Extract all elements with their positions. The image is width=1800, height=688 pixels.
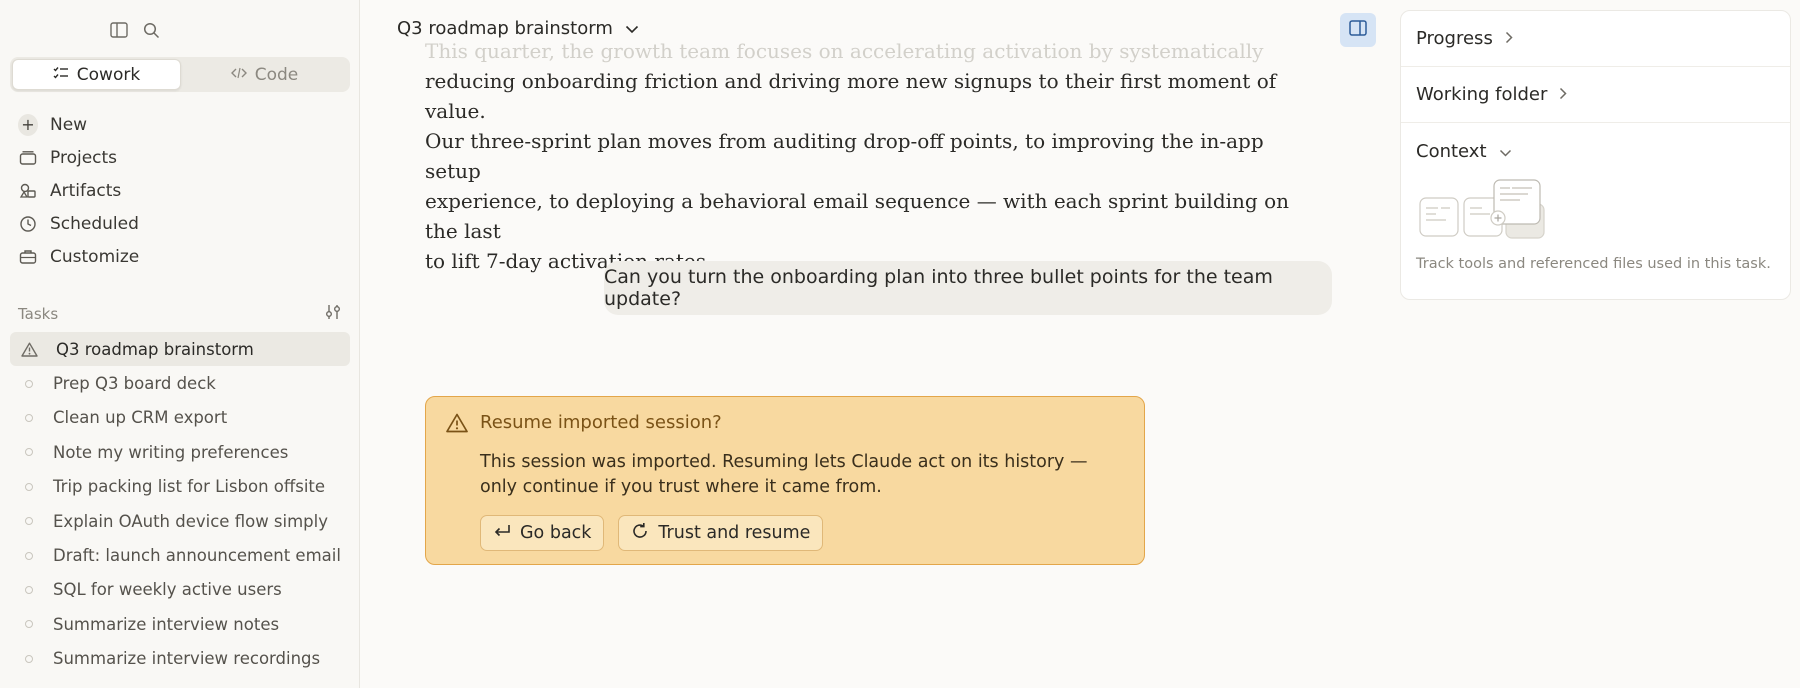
working-folder-label: Working folder xyxy=(1416,84,1548,105)
task-item[interactable]: Summarize interview notes xyxy=(10,607,350,641)
clock-icon xyxy=(18,215,38,233)
progress-label: Progress xyxy=(1416,28,1493,49)
nav-artifacts-label: Artifacts xyxy=(50,180,122,201)
task-list: Q3 roadmap brainstorm Prep Q3 board deck… xyxy=(10,332,350,676)
assistant-message: This quarter, the growth team focuses on… xyxy=(425,36,1295,276)
nav-new-label: New xyxy=(50,114,88,135)
task-item[interactable]: Note my writing preferences xyxy=(10,435,350,469)
status-dot-icon xyxy=(25,517,33,526)
task-label: Summarize interview notes xyxy=(53,614,280,634)
shapes-icon xyxy=(18,183,38,199)
chevron-right-icon xyxy=(1559,84,1567,105)
tab-cowork[interactable]: Cowork xyxy=(12,59,181,90)
filter-icon[interactable] xyxy=(324,304,342,324)
nav-artifacts[interactable]: Artifacts xyxy=(10,174,350,207)
sidebar: Cowork Code + New Projects Artifacts Sch… xyxy=(0,0,360,688)
resume-session-alert: Resume imported session? This session wa… xyxy=(425,396,1145,565)
status-dot-icon xyxy=(25,620,33,629)
task-label: SQL for weekly active users xyxy=(53,580,282,600)
context-header[interactable]: Context xyxy=(1416,141,1790,162)
go-back-label: Go back xyxy=(520,523,592,543)
task-label: Draft: launch announcement email xyxy=(53,546,341,566)
sidebar-toggle-icon[interactable] xyxy=(108,19,130,41)
assistant-line: Our three-sprint plan moves from auditin… xyxy=(425,129,1264,183)
status-dot-icon xyxy=(25,379,33,388)
alert-title: Resume imported session? xyxy=(480,412,722,433)
status-dot-icon xyxy=(25,482,33,491)
status-dot-icon xyxy=(25,654,33,663)
progress-section[interactable]: Progress xyxy=(1401,11,1790,67)
task-item-active[interactable]: Q3 roadmap brainstorm xyxy=(10,332,350,367)
working-folder-section[interactable]: Working folder xyxy=(1401,67,1790,123)
task-item[interactable]: Clean up CRM export xyxy=(10,401,350,435)
status-dot-icon xyxy=(25,413,33,422)
status-dot-icon xyxy=(25,551,33,560)
status-dot-icon xyxy=(25,448,33,457)
nav-new[interactable]: + New xyxy=(10,108,350,141)
trust-and-resume-label: Trust and resume xyxy=(658,523,811,543)
chevron-down-icon xyxy=(1499,141,1512,162)
alert-actions: Go back Trust and resume xyxy=(480,515,824,551)
task-label: Clean up CRM export xyxy=(53,408,228,428)
nav-projects-label: Projects xyxy=(50,147,118,168)
task-label: Prep Q3 board deck xyxy=(53,374,216,394)
checklist-icon xyxy=(53,65,69,85)
task-label: Note my writing preferences xyxy=(53,442,289,462)
chevron-right-icon xyxy=(1505,28,1513,49)
alert-body: This session was imported. Resuming lets… xyxy=(480,452,1088,497)
mode-switch: Cowork Code xyxy=(10,57,350,92)
context-panel: Progress Working folder Context Track to… xyxy=(1400,10,1791,300)
assistant-line: reducing onboarding friction and driving… xyxy=(425,69,1277,123)
task-item[interactable]: Explain OAuth device flow simply xyxy=(10,504,350,538)
task-item[interactable]: SQL for weekly active users xyxy=(10,573,350,607)
task-item[interactable]: Prep Q3 board deck xyxy=(10,366,350,400)
nav-projects[interactable]: Projects xyxy=(10,141,350,174)
warning-icon xyxy=(446,413,468,437)
user-message: Can you turn the onboarding plan into th… xyxy=(604,261,1332,315)
nav-scheduled[interactable]: Scheduled xyxy=(10,207,350,240)
context-hint: Track tools and referenced files used in… xyxy=(1416,256,1771,272)
search-icon[interactable] xyxy=(140,19,162,41)
tab-code[interactable]: Code xyxy=(181,59,348,90)
tasks-label: Tasks xyxy=(18,305,59,323)
context-illustration-icon xyxy=(1416,176,1790,242)
assistant-line-faded: This quarter, the growth team focuses on… xyxy=(425,39,1264,63)
return-arrow-icon xyxy=(493,523,511,544)
refresh-icon xyxy=(631,522,649,545)
task-label: Q3 roadmap brainstorm xyxy=(56,339,254,359)
briefcase-icon xyxy=(18,249,38,265)
panel-toggle-button[interactable] xyxy=(1340,13,1376,47)
folder-icon xyxy=(18,150,38,166)
plus-icon: + xyxy=(18,113,38,136)
tab-cowork-label: Cowork xyxy=(76,64,141,85)
task-item[interactable]: Summarize interview recordings xyxy=(10,642,350,676)
task-label: Summarize interview recordings xyxy=(53,649,321,669)
nav-customize[interactable]: Customize xyxy=(10,240,350,273)
task-label: Trip packing list for Lisbon offsite xyxy=(53,477,326,497)
task-label: Explain OAuth device flow simply xyxy=(53,511,329,531)
tasks-header: Tasks xyxy=(18,304,342,324)
go-back-button[interactable]: Go back xyxy=(480,515,605,551)
sidebar-top-icons xyxy=(108,19,162,41)
tab-code-label: Code xyxy=(254,64,299,85)
right-panel-icon xyxy=(1349,20,1367,40)
code-icon xyxy=(230,65,247,85)
warning-icon xyxy=(20,342,38,357)
context-label: Context xyxy=(1416,141,1487,162)
user-message-text: Can you turn the onboarding plan into th… xyxy=(604,266,1273,310)
task-item[interactable]: Draft: launch announcement email xyxy=(10,538,350,572)
sidebar-nav: + New Projects Artifacts Scheduled Custo… xyxy=(10,108,350,273)
status-dot-icon xyxy=(25,585,33,594)
nav-customize-label: Customize xyxy=(50,246,140,267)
context-section: Context Track tools and referenced files… xyxy=(1401,123,1790,272)
task-item[interactable]: Trip packing list for Lisbon offsite xyxy=(10,470,350,504)
assistant-line: experience, to deploying a behavioral em… xyxy=(425,189,1289,243)
trust-and-resume-button[interactable]: Trust and resume xyxy=(618,515,824,551)
nav-scheduled-label: Scheduled xyxy=(50,213,139,234)
